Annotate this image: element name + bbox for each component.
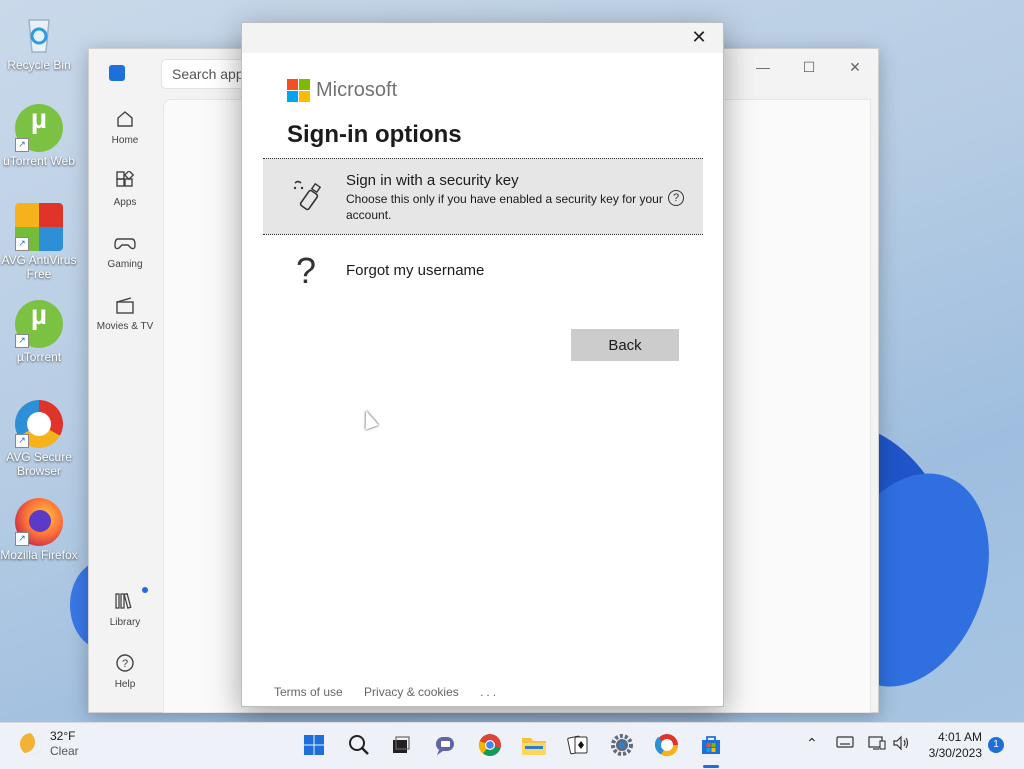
nav-help[interactable]: ? Help xyxy=(89,653,161,690)
utorrent-icon: µ ↗ xyxy=(15,300,63,348)
system-clock[interactable]: 4:01 AM 3/30/2023 xyxy=(929,729,982,761)
firefox-icon: ↗ xyxy=(15,498,63,546)
nav-label: Library xyxy=(109,617,141,628)
minimize-icon[interactable]: — xyxy=(748,59,778,75)
nav-movies-tv[interactable]: Movies & TV xyxy=(89,295,161,332)
nav-home[interactable]: Home xyxy=(89,109,161,146)
nav-label: Help xyxy=(114,679,136,690)
desktop-icon-avg-secure-browser[interactable]: ↗ AVG Secure Browser xyxy=(0,400,78,478)
update-dot xyxy=(142,587,148,593)
help-icon: ? xyxy=(114,653,136,675)
help-circle-icon[interactable]: ? xyxy=(668,190,684,206)
microsoft-store-taskbar-icon[interactable] xyxy=(698,732,724,758)
nav-label: Apps xyxy=(113,197,137,208)
desktop-icon-avg-antivirus[interactable]: ↗ AVG AntiVirus Free xyxy=(0,203,78,281)
desktop-icon-label: uTorrent Web xyxy=(3,154,75,168)
desktop-icon-label: µTorrent xyxy=(16,350,62,364)
avg-antivirus-icon: ↗ xyxy=(15,203,63,251)
home-icon xyxy=(114,109,136,131)
dialog-titlebar: ✕ xyxy=(242,23,723,53)
nav-library[interactable]: Library xyxy=(89,587,161,628)
clock-date: 3/30/2023 xyxy=(928,746,982,760)
avg-browser-taskbar-icon[interactable] xyxy=(654,732,680,758)
avg-secure-browser-icon: ↗ xyxy=(15,400,63,448)
desktop-icon-label: Recycle Bin xyxy=(7,58,71,72)
start-icon[interactable] xyxy=(301,732,327,758)
sign-in-options-dialog: ✕ Microsoft Sign-in options Sign in with… xyxy=(241,22,724,707)
taskbar: 32°F Clear ⌃ 4:01 AM 3/30/2023 1 xyxy=(0,722,1024,769)
clock-time: 4:01 AM xyxy=(937,730,982,744)
weather-condition: Clear xyxy=(50,744,79,758)
security-key-option[interactable]: Sign in with a security key Choose this … xyxy=(263,158,703,235)
desktop-icon-recycle-bin[interactable]: Recycle Bin xyxy=(0,8,78,72)
security-key-title: Sign in with a security key xyxy=(346,172,519,189)
terms-of-use-link[interactable]: Terms of use xyxy=(274,685,343,699)
security-key-description: Choose this only if you have enabled a s… xyxy=(346,192,663,222)
gaming-icon xyxy=(114,233,136,255)
nav-gaming[interactable]: Gaming xyxy=(89,233,161,270)
nav-label: Home xyxy=(111,135,139,146)
desktop-icon-label: Mozilla Firefox xyxy=(0,548,78,562)
movies-icon xyxy=(114,295,136,317)
dialog-footer: Terms of use Privacy & cookies ... xyxy=(274,685,517,699)
nav-label: Movies & TV xyxy=(96,321,154,332)
brand-name: Microsoft xyxy=(316,79,398,101)
weather-widget[interactable]: 32°F Clear xyxy=(20,729,79,759)
utorrent-web-icon: µ ↗ xyxy=(15,104,63,152)
library-icon xyxy=(114,591,136,613)
page-title: Sign-in options xyxy=(287,121,462,148)
weather-temp: 32°F xyxy=(50,729,76,743)
task-view-icon[interactable] xyxy=(388,732,414,758)
security-key-icon xyxy=(291,177,327,213)
volume-icon[interactable] xyxy=(892,735,912,754)
chrome-icon[interactable] xyxy=(477,732,503,758)
forgot-username-title: Forgot my username xyxy=(346,262,485,279)
desktop-icon-utorrent-web[interactable]: µ ↗ uTorrent Web xyxy=(0,104,78,168)
moon-icon xyxy=(20,733,42,755)
nav-label: Gaming xyxy=(107,259,143,270)
microsoft-logo-icon xyxy=(287,79,310,102)
question-mark-icon: ? xyxy=(296,250,317,291)
teams-chat-icon[interactable] xyxy=(433,732,459,758)
search-icon[interactable] xyxy=(346,732,372,758)
desktop-icon-firefox[interactable]: ↗ Mozilla Firefox xyxy=(0,498,78,562)
store-logo-icon xyxy=(109,65,125,81)
recycle-bin-icon xyxy=(15,8,63,56)
microsoft-logo: Microsoft xyxy=(287,79,397,102)
maximize-icon[interactable]: ☐ xyxy=(794,59,824,76)
show-hidden-icons-chevron-icon[interactable]: ⌃ xyxy=(806,735,818,752)
window-close-icon[interactable]: ✕ xyxy=(840,59,870,76)
nav-apps[interactable]: Apps xyxy=(89,169,161,208)
solitaire-icon[interactable] xyxy=(565,732,591,758)
notification-badge[interactable]: 1 xyxy=(988,737,1004,753)
desktop-icon-utorrent[interactable]: µ ↗ µTorrent xyxy=(0,300,78,364)
apps-icon xyxy=(114,169,136,193)
more-options-icon[interactable]: ... xyxy=(480,685,499,699)
file-explorer-icon[interactable] xyxy=(521,732,547,758)
keyboard-icon[interactable] xyxy=(836,735,854,752)
back-button[interactable]: Back xyxy=(571,329,679,361)
desktop-icon-label: AVG Secure Browser xyxy=(6,450,72,478)
forgot-username-option[interactable]: ? Forgot my username xyxy=(263,248,703,293)
desktop-icon-label: AVG AntiVirus Free xyxy=(1,253,77,281)
settings-gear-icon[interactable] xyxy=(609,732,635,758)
svg-text:?: ? xyxy=(122,658,128,670)
network-icon[interactable] xyxy=(868,735,886,754)
dialog-close-button[interactable]: ✕ xyxy=(687,27,711,48)
privacy-cookies-link[interactable]: Privacy & cookies xyxy=(364,685,459,699)
